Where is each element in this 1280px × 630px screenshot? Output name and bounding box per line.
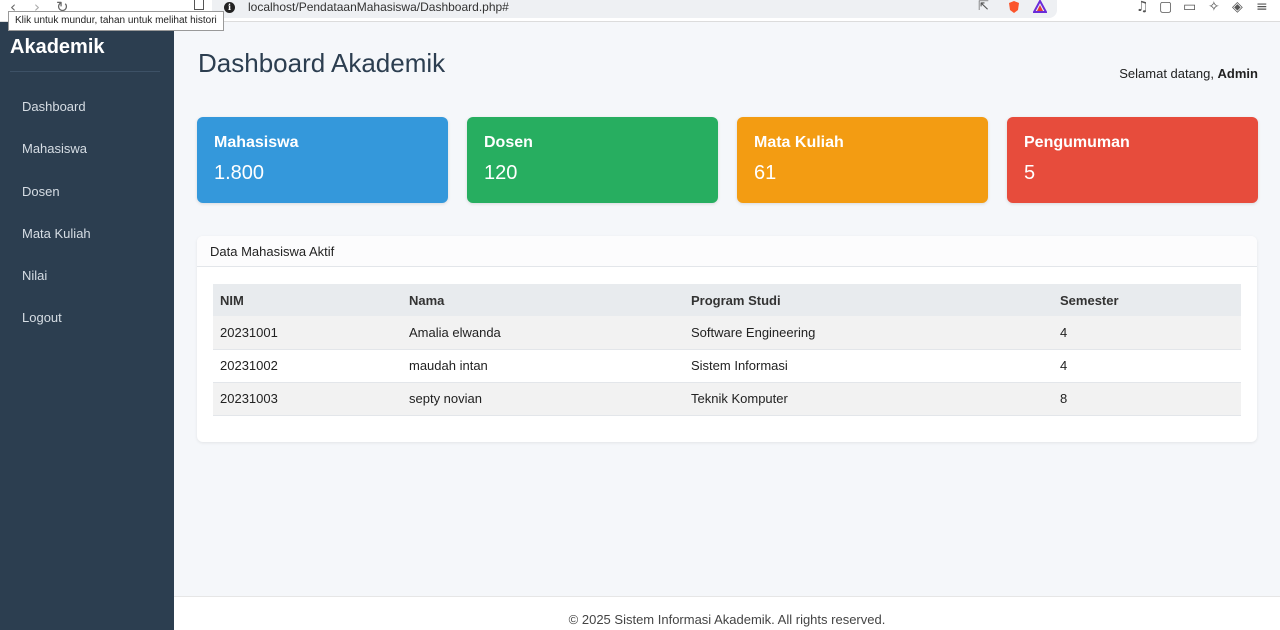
- brave-shield-icon[interactable]: [1007, 0, 1021, 14]
- bookmark-icon[interactable]: [194, 0, 204, 10]
- sidebar-item-nilai[interactable]: Nilai: [0, 255, 174, 297]
- media-icon[interactable]: ♫: [1136, 0, 1149, 14]
- back-tooltip: Klik untuk mundur, tahan untuk melihat h…: [8, 11, 224, 31]
- cell-nim: 20231003: [213, 382, 402, 416]
- cell-program-studi: Software Engineering: [684, 316, 1053, 350]
- cell-nim: 20231002: [213, 349, 402, 383]
- cell-nama: Amalia elwanda: [402, 316, 684, 350]
- panel-header: Data Mahasiswa Aktif: [197, 236, 1257, 267]
- panel-title: Data Mahasiswa Aktif: [210, 244, 335, 259]
- sidebar-menu: Dashboard Mahasiswa Dosen Mata Kuliah Ni…: [0, 86, 174, 340]
- column-header-nim: NIM: [213, 284, 402, 316]
- stat-card-dosen: Dosen 120: [467, 117, 718, 203]
- sidebar-toggle-icon[interactable]: ▢: [1159, 0, 1172, 14]
- cell-nama: septy novian: [402, 382, 684, 416]
- stat-card-title: Mahasiswa: [214, 134, 299, 151]
- column-header-semester: Semester: [1053, 284, 1241, 316]
- table-row: 20231002 maudah intan Sistem Informasi 4: [213, 349, 1241, 383]
- stat-card-mata-kuliah: Mata Kuliah 61: [737, 117, 988, 203]
- cell-nim: 20231001: [213, 316, 402, 350]
- footer: © 2025 Sistem Informasi Akademik. All ri…: [174, 596, 1280, 630]
- menu-icon[interactable]: ≡: [1256, 0, 1268, 14]
- cell-program-studi: Teknik Komputer: [684, 382, 1053, 416]
- username: Admin: [1217, 66, 1258, 81]
- cell-program-studi: Sistem Informasi: [684, 349, 1053, 383]
- site-info-icon[interactable]: i: [224, 2, 235, 13]
- main-content: Dashboard Akademik Selamat datang, Admin…: [174, 22, 1280, 596]
- sidebar-item-mata-kuliah[interactable]: Mata Kuliah: [0, 213, 174, 255]
- students-table: NIM Nama Program Studi Semester 20231001…: [213, 284, 1241, 416]
- sidebar: Akademik Dashboard Mahasiswa Dosen Mata …: [0, 22, 174, 630]
- footer-text: © 2025 Sistem Informasi Akademik. All ri…: [568, 612, 886, 627]
- table-row: 20231003 septy novian Teknik Komputer 8: [213, 382, 1241, 416]
- cell-semester: 4: [1053, 316, 1241, 350]
- share-icon[interactable]: ⇱: [978, 0, 989, 14]
- table-row: 20231001 Amalia elwanda Software Enginee…: [213, 316, 1241, 350]
- stat-card-title: Pengumuman: [1024, 134, 1130, 151]
- page-title: Dashboard Akademik: [198, 48, 446, 78]
- sidebar-item-dashboard[interactable]: Dashboard: [0, 86, 174, 128]
- column-header-nama: Nama: [402, 284, 684, 316]
- column-header-program-studi: Program Studi: [684, 284, 1053, 316]
- sidebar-item-dosen[interactable]: Dosen: [0, 171, 174, 213]
- cell-nama: maudah intan: [402, 349, 684, 383]
- welcome-prefix: Selamat datang,: [1119, 66, 1218, 81]
- stat-card-title: Mata Kuliah: [754, 134, 844, 151]
- wallet-icon[interactable]: ▭: [1183, 0, 1196, 14]
- stat-card-value: 120: [484, 162, 518, 184]
- stat-card-mahasiswa: Mahasiswa 1.800: [197, 117, 448, 203]
- cell-semester: 4: [1053, 349, 1241, 383]
- stat-card-value: 61: [754, 162, 777, 184]
- active-students-panel: Data Mahasiswa Aktif NIM Nama Program St…: [197, 236, 1257, 442]
- stat-card-title: Dosen: [484, 134, 533, 151]
- brand-title: Akademik: [10, 36, 105, 58]
- brave-rewards-icon[interactable]: [1033, 0, 1047, 14]
- leo-ai-icon[interactable]: ✧: [1208, 0, 1220, 14]
- stat-card-pengumuman: Pengumuman 5: [1007, 117, 1258, 203]
- brand-divider: [10, 71, 160, 72]
- welcome-message: Selamat datang, Admin: [1119, 66, 1258, 81]
- url-text[interactable]: localhost/PendataanMahasiswa/Dashboard.p…: [248, 0, 509, 14]
- sidebar-item-logout[interactable]: Logout: [0, 297, 174, 339]
- stat-card-value: 5: [1024, 162, 1036, 184]
- sidebar-item-mahasiswa[interactable]: Mahasiswa: [0, 128, 174, 170]
- address-bar[interactable]: i localhost/PendataanMahasiswa/Dashboard…: [212, 0, 1057, 18]
- vpn-icon[interactable]: ◈: [1232, 0, 1243, 14]
- stat-card-value: 1.800: [214, 162, 265, 184]
- table-header-row: NIM Nama Program Studi Semester: [213, 284, 1241, 316]
- cell-semester: 8: [1053, 382, 1241, 416]
